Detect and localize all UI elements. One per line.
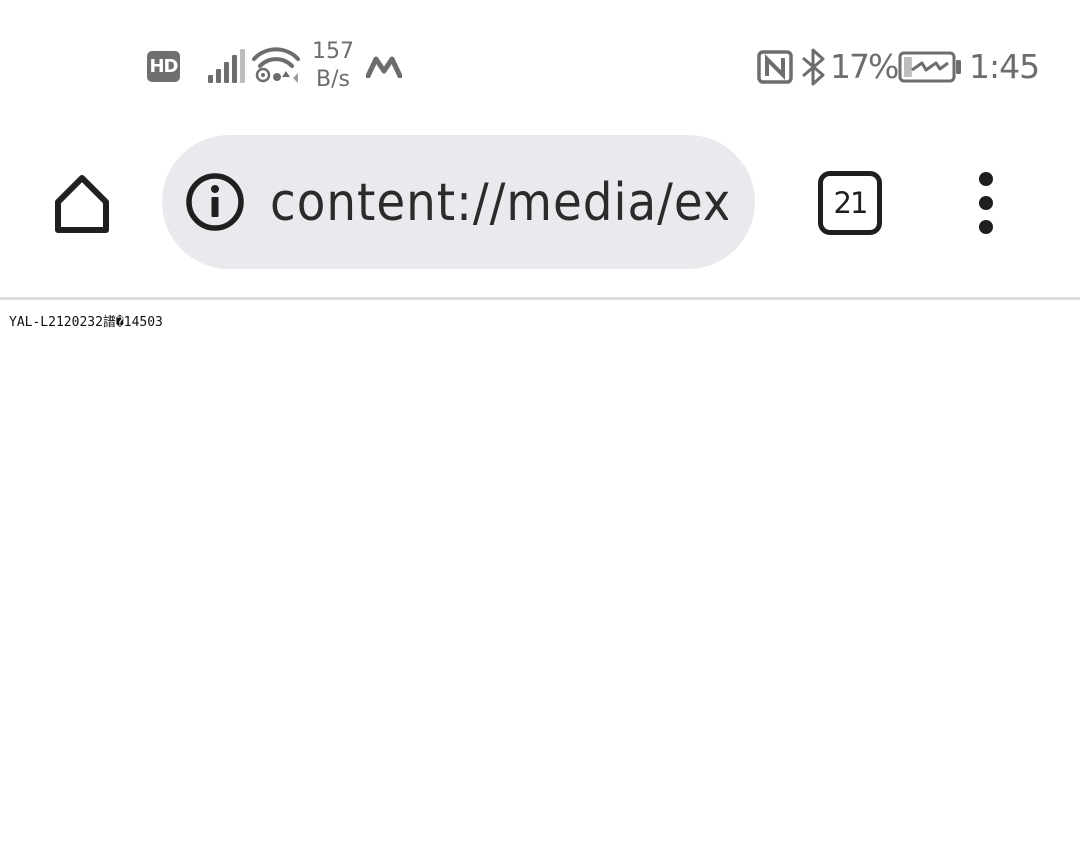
network-speed-value: 157 bbox=[312, 39, 354, 64]
browser-toolbar: content://media/ex 21 bbox=[0, 132, 1080, 297]
network-speed: 157 B/s bbox=[308, 38, 358, 94]
m-icon bbox=[366, 56, 402, 78]
battery-charging-icon bbox=[898, 51, 961, 83]
url-bar[interactable]: content://media/ex bbox=[162, 135, 755, 269]
battery-fill bbox=[904, 57, 912, 77]
home-icon bbox=[55, 175, 109, 233]
nfc-icon bbox=[757, 50, 793, 84]
clock: 1:45 bbox=[969, 47, 1040, 86]
status-bar: HD 157 B/s 17% 1:45 bbox=[0, 0, 1080, 132]
page-content: YAL-L2120232譜�14503 bbox=[0, 300, 1080, 862]
home-button[interactable] bbox=[44, 166, 120, 242]
document-text: YAL-L2120232譜�14503 bbox=[9, 315, 163, 330]
battery-percent: 17% bbox=[830, 47, 899, 86]
network-speed-unit: B/s bbox=[316, 67, 350, 92]
url-text[interactable]: content://media/ex bbox=[270, 173, 728, 233]
hd-icon: HD bbox=[147, 51, 180, 82]
signal-icon bbox=[208, 49, 245, 83]
wifi-icon bbox=[252, 47, 300, 83]
more-vert-icon[interactable] bbox=[965, 170, 1007, 236]
tab-switcher-button[interactable]: 21 bbox=[818, 171, 882, 235]
tab-count: 21 bbox=[833, 186, 869, 220]
bluetooth-icon bbox=[802, 48, 825, 86]
info-icon[interactable] bbox=[185, 172, 245, 232]
